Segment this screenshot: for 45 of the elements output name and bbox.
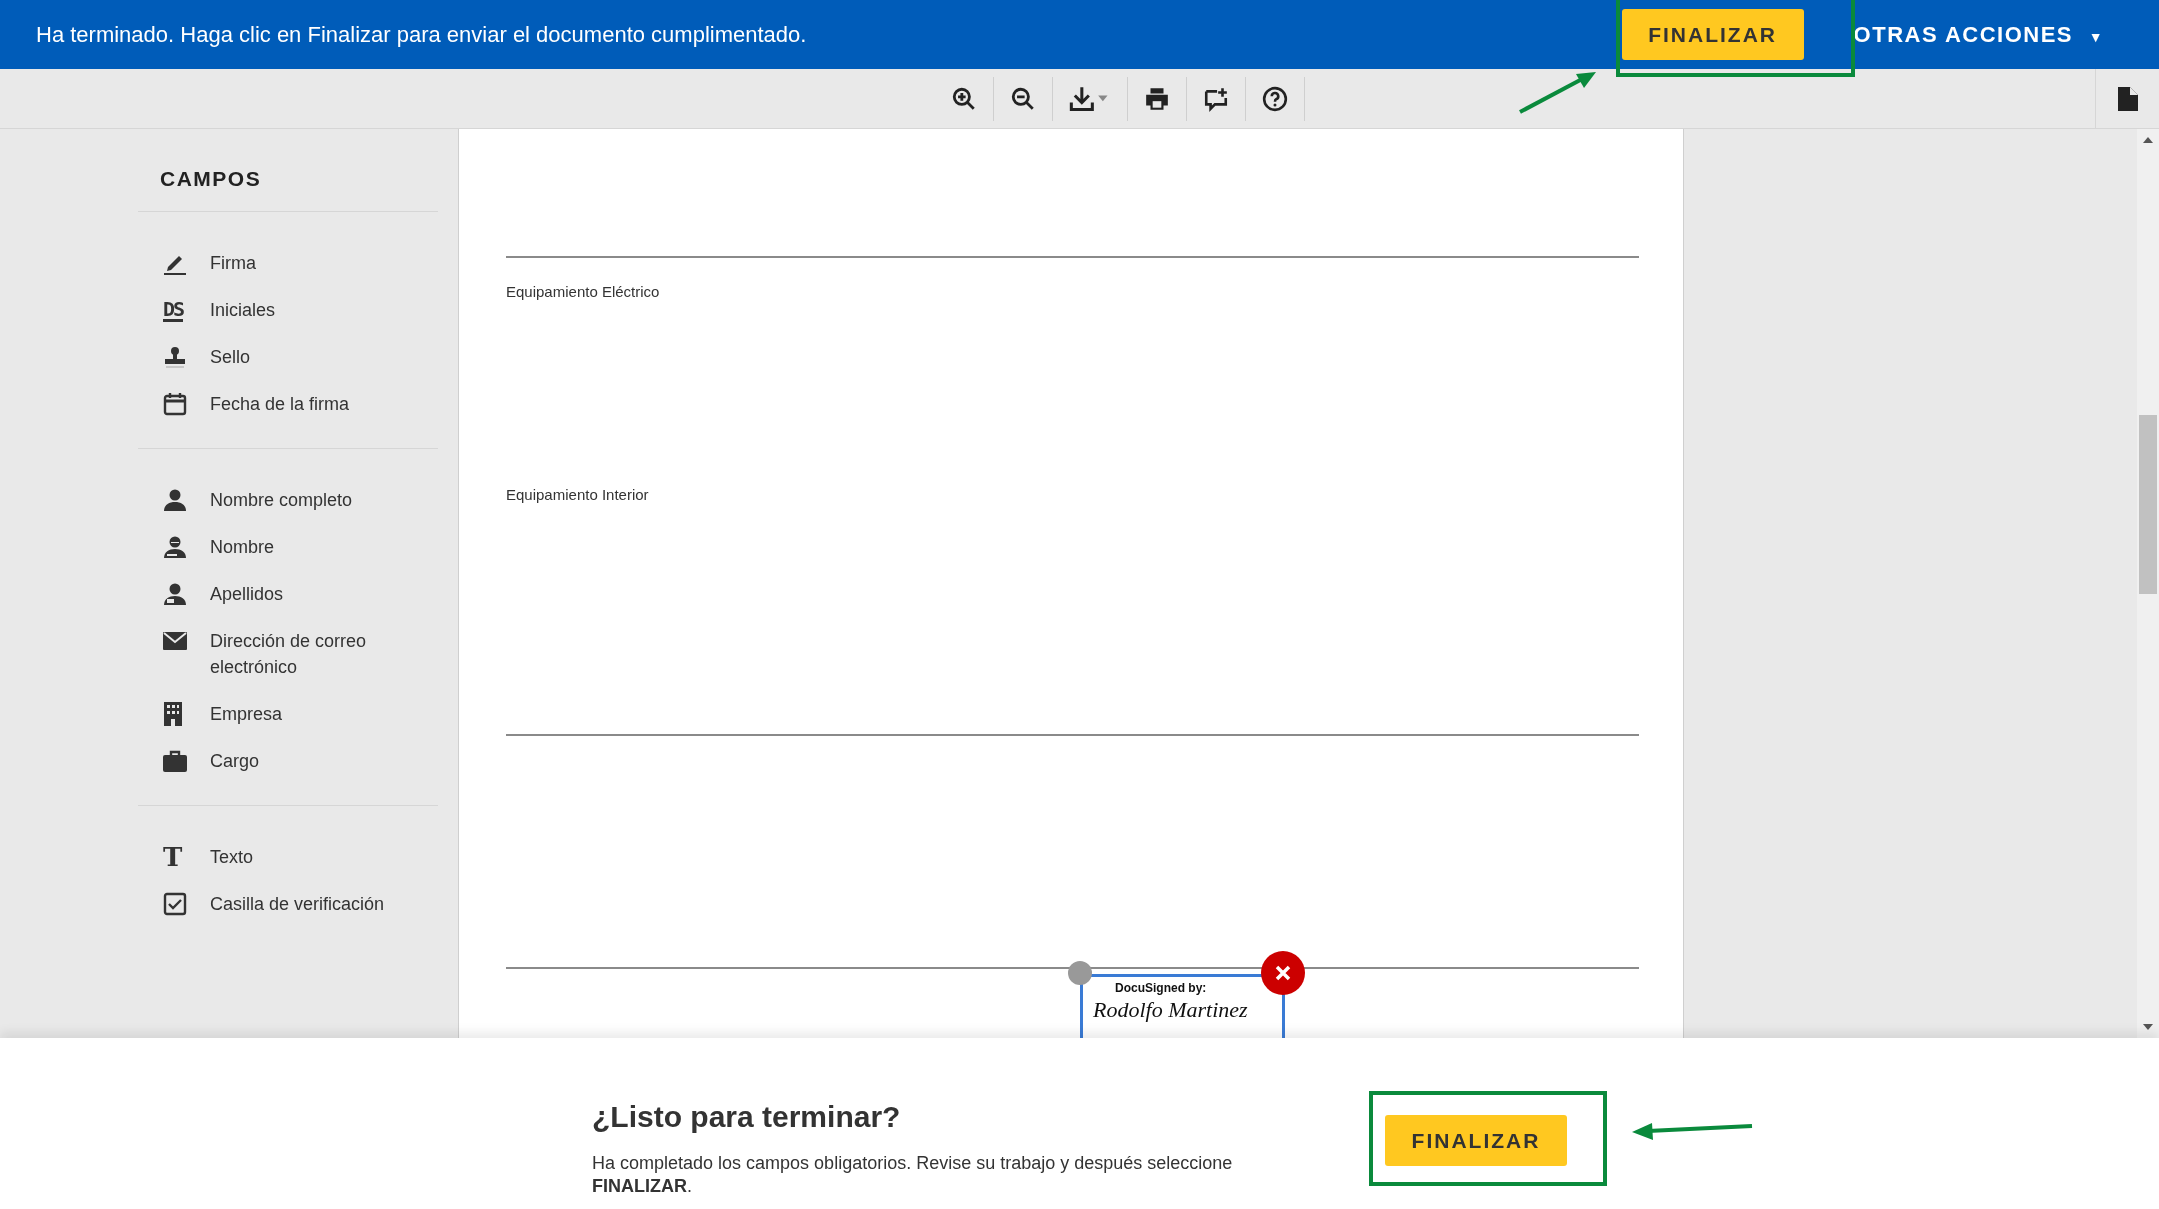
field-item[interactable]: Cargo [210,748,260,774]
add-comment-icon[interactable] [1202,85,1229,112]
briefcase-icon[interactable] [163,750,187,772]
document-icon[interactable] [2117,86,2138,111]
footer-text: Ha completado los campos obligatorios. Revise su trabajo y después seleccione FINALIZAR. [592,1152,1234,1198]
field-item[interactable]: Fecha de la firma [210,391,350,417]
stamp-icon[interactable] [163,345,187,369]
field-item[interactable]: Casilla de verificación [210,891,385,917]
more-actions-button[interactable]: OTRAS ACCIONES ▼ [1853,21,2104,48]
field-item[interactable]: Apellidos [210,581,284,607]
footer-title: ¿Listo para terminar? [592,1100,902,1134]
field-item[interactable]: Firma [210,250,256,276]
field-item[interactable]: Nombre completo [210,487,353,513]
section-label: Equipamiento Eléctrico [506,283,660,300]
signature-field[interactable]: DocuSigned by: Rodolfo Martinez [1080,974,1285,1038]
finish-button[interactable]: FINALIZAR [1385,1115,1567,1166]
signature-text: Rodolfo Martinez [1093,996,1248,1024]
sidebar-title: CAMPOS [138,129,438,212]
field-item[interactable]: Dirección de correo electrónico [210,628,453,680]
help-icon[interactable] [1261,85,1288,112]
calendar-icon[interactable] [163,392,187,416]
banner-message: Ha terminado. Haga clic en Finalizar para enviar el documento cumplimentado. [36,21,807,48]
envelope-icon[interactable] [163,631,187,651]
field-item[interactable]: Texto [210,844,254,870]
zoom-in-icon[interactable] [950,85,977,112]
scroll-up-icon[interactable] [2143,137,2153,143]
print-icon[interactable] [1143,85,1170,112]
field-item[interactable]: Empresa [210,701,283,727]
field-item[interactable]: Iniciales [210,297,276,323]
finish-button[interactable]: FINALIZAR [1621,9,1804,60]
signature-header: DocuSigned by: [1115,981,1207,995]
resize-handle[interactable] [1068,961,1092,985]
field-item[interactable]: Nombre [210,534,275,560]
close-icon[interactable] [1261,951,1305,995]
scroll-down-icon[interactable] [2143,1024,2153,1030]
building-icon[interactable] [163,702,183,726]
person-icon[interactable] [163,535,187,559]
checkbox-icon[interactable] [163,892,187,916]
field-item[interactable]: Sello [210,344,251,370]
text-icon[interactable]: T [163,845,183,869]
person-icon[interactable] [163,582,187,606]
zoom-out-icon[interactable] [1009,85,1036,112]
scroll-thumb[interactable] [2139,415,2157,594]
section-label: Equipamiento Interior [506,486,649,503]
person-icon[interactable] [163,488,187,512]
